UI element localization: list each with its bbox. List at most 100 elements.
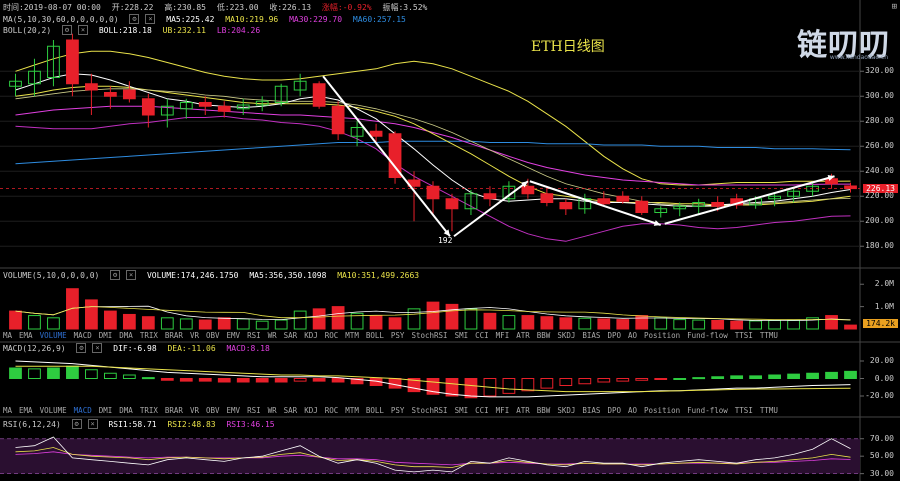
tab-roc[interactable]: ROC [325, 331, 339, 340]
tab-atr[interactable]: ATR [516, 406, 530, 415]
open-label: 开:228.22 [111, 3, 154, 12]
tab-dmi[interactable]: DMI [99, 331, 113, 340]
tab-brar[interactable]: BRAR [165, 331, 183, 340]
tab-stochrsi[interactable]: StochRSI [411, 406, 447, 415]
tab-position[interactable]: Position [644, 331, 680, 340]
tab-ao[interactable]: AO [628, 331, 637, 340]
close-icon[interactable]: × [145, 14, 156, 24]
volume-bar [616, 319, 630, 330]
tab-wr[interactable]: WR [268, 406, 277, 415]
tab-bbw[interactable]: BBW [537, 331, 551, 340]
tab-cci[interactable]: CCI [475, 406, 489, 415]
volume-bar [540, 316, 554, 330]
price-tick-label: 200.00 [865, 216, 894, 226]
tab-position[interactable]: Position [644, 406, 680, 415]
settings-icon[interactable]: ⚙ [110, 270, 121, 280]
macd-histogram-bar [103, 372, 117, 379]
tab-skdj[interactable]: SKDJ [557, 406, 575, 415]
tab-mfi[interactable]: MFI [496, 331, 510, 340]
tab-psy[interactable]: PSY [391, 331, 405, 340]
tab-ma[interactable]: MA [3, 331, 12, 340]
tab-mfi[interactable]: MFI [496, 406, 510, 415]
tab-volume[interactable]: VOLUME [40, 406, 67, 415]
macd-histogram-bar [217, 378, 231, 383]
tab-ema[interactable]: EMA [19, 331, 33, 340]
tab-obv[interactable]: OBV [206, 331, 220, 340]
tab-emv[interactable]: EMV [227, 331, 241, 340]
macd-histogram-bar [464, 378, 478, 399]
tab-wr[interactable]: WR [268, 331, 277, 340]
settings-icon[interactable]: ⚙ [129, 14, 140, 24]
price-tick-label: 320.00 [865, 66, 894, 76]
volume-header: VOLUME(5,10,0,0,0,0) ⚙ × VOLUME:174,246.1… [3, 270, 425, 281]
close-icon[interactable]: × [92, 343, 103, 353]
close-icon[interactable]: × [87, 419, 98, 429]
low-label: 低:223.00 [216, 3, 259, 12]
boll-header: BOLL(20,2) ⚙ × BOLL:218.18 UB:232.11 LB:2… [3, 25, 266, 36]
tab-psy[interactable]: PSY [391, 406, 405, 415]
tab-fund-flow[interactable]: Fund-flow [687, 331, 728, 340]
volume-bar [122, 313, 136, 330]
tab-dma[interactable]: DMA [119, 331, 133, 340]
tab-kdj[interactable]: KDJ [304, 406, 318, 415]
tab-brar[interactable]: BRAR [165, 406, 183, 415]
macd-histogram-bar [521, 378, 535, 392]
close-icon[interactable]: × [126, 270, 137, 280]
tab-emv[interactable]: EMV [227, 406, 241, 415]
macd-histogram-bar [540, 378, 554, 389]
macd-histogram-bar [787, 373, 800, 379]
tab-rsi[interactable]: RSI [247, 406, 261, 415]
tab-ttsi[interactable]: TTSI [735, 331, 753, 340]
tab-boll[interactable]: BOLL [366, 406, 384, 415]
tab-macd[interactable]: MACD [74, 406, 92, 415]
tab-vr[interactable]: VR [190, 406, 199, 415]
tab-trix[interactable]: TRIX [140, 331, 158, 340]
macd-histogram-bar [673, 378, 687, 380]
macd-histogram-bar [825, 371, 838, 379]
tab-cci[interactable]: CCI [475, 331, 489, 340]
tab-smi[interactable]: SMI [455, 331, 469, 340]
settings-icon[interactable]: ⚙ [62, 25, 72, 35]
tab-sar[interactable]: SAR [284, 406, 298, 415]
tab-rsi[interactable]: RSI [247, 331, 261, 340]
tab-atr[interactable]: ATR [516, 331, 530, 340]
tab-fund-flow[interactable]: Fund-flow [687, 406, 728, 415]
tab-bias[interactable]: BIAS [582, 331, 600, 340]
volume-bar [198, 319, 212, 330]
tab-dmi[interactable]: DMI [99, 406, 113, 415]
high-label: 高:230.85 [164, 3, 206, 12]
tab-vr[interactable]: VR [190, 331, 199, 340]
tab-dpo[interactable]: DPO [607, 406, 621, 415]
tab-mtm[interactable]: MTM [345, 406, 359, 415]
tab-dpo[interactable]: DPO [607, 331, 621, 340]
tab-ma[interactable]: MA [3, 406, 12, 415]
tab-bias[interactable]: BIAS [582, 406, 600, 415]
tab-ttmu[interactable]: TTMU [760, 406, 778, 415]
price-tick-label: 300.00 [865, 91, 894, 101]
tab-stochrsi[interactable]: StochRSI [411, 331, 447, 340]
tab-macd[interactable]: MACD [74, 331, 92, 340]
macd-histogram-bar [749, 375, 763, 379]
tab-bbw[interactable]: BBW [537, 406, 551, 415]
tab-ema[interactable]: EMA [19, 406, 33, 415]
tab-kdj[interactable]: KDJ [304, 331, 318, 340]
tab-ttmu[interactable]: TTMU [760, 331, 778, 340]
tab-volume[interactable]: VOLUME [40, 331, 67, 340]
tab-mtm[interactable]: MTM [345, 331, 359, 340]
settings-icon[interactable]: ⚙ [76, 343, 87, 353]
tab-boll[interactable]: BOLL [366, 331, 384, 340]
tab-trix[interactable]: TRIX [140, 406, 158, 415]
close-icon[interactable]: × [78, 25, 88, 35]
tab-sar[interactable]: SAR [284, 331, 298, 340]
settings-icon[interactable]: ⚙ [71, 419, 82, 429]
tab-skdj[interactable]: SKDJ [557, 331, 575, 340]
expand-icon[interactable]: ⊞ [892, 2, 897, 12]
tab-ao[interactable]: AO [628, 406, 637, 415]
tab-dma[interactable]: DMA [119, 406, 133, 415]
rsi1-value: RSI1:58.71 [108, 419, 157, 429]
tab-obv[interactable]: OBV [206, 406, 220, 415]
tab-smi[interactable]: SMI [455, 406, 469, 415]
tab-ttsi[interactable]: TTSI [735, 406, 753, 415]
tab-roc[interactable]: ROC [325, 406, 339, 415]
boll-lb-value: LB:204.26 [216, 25, 261, 35]
